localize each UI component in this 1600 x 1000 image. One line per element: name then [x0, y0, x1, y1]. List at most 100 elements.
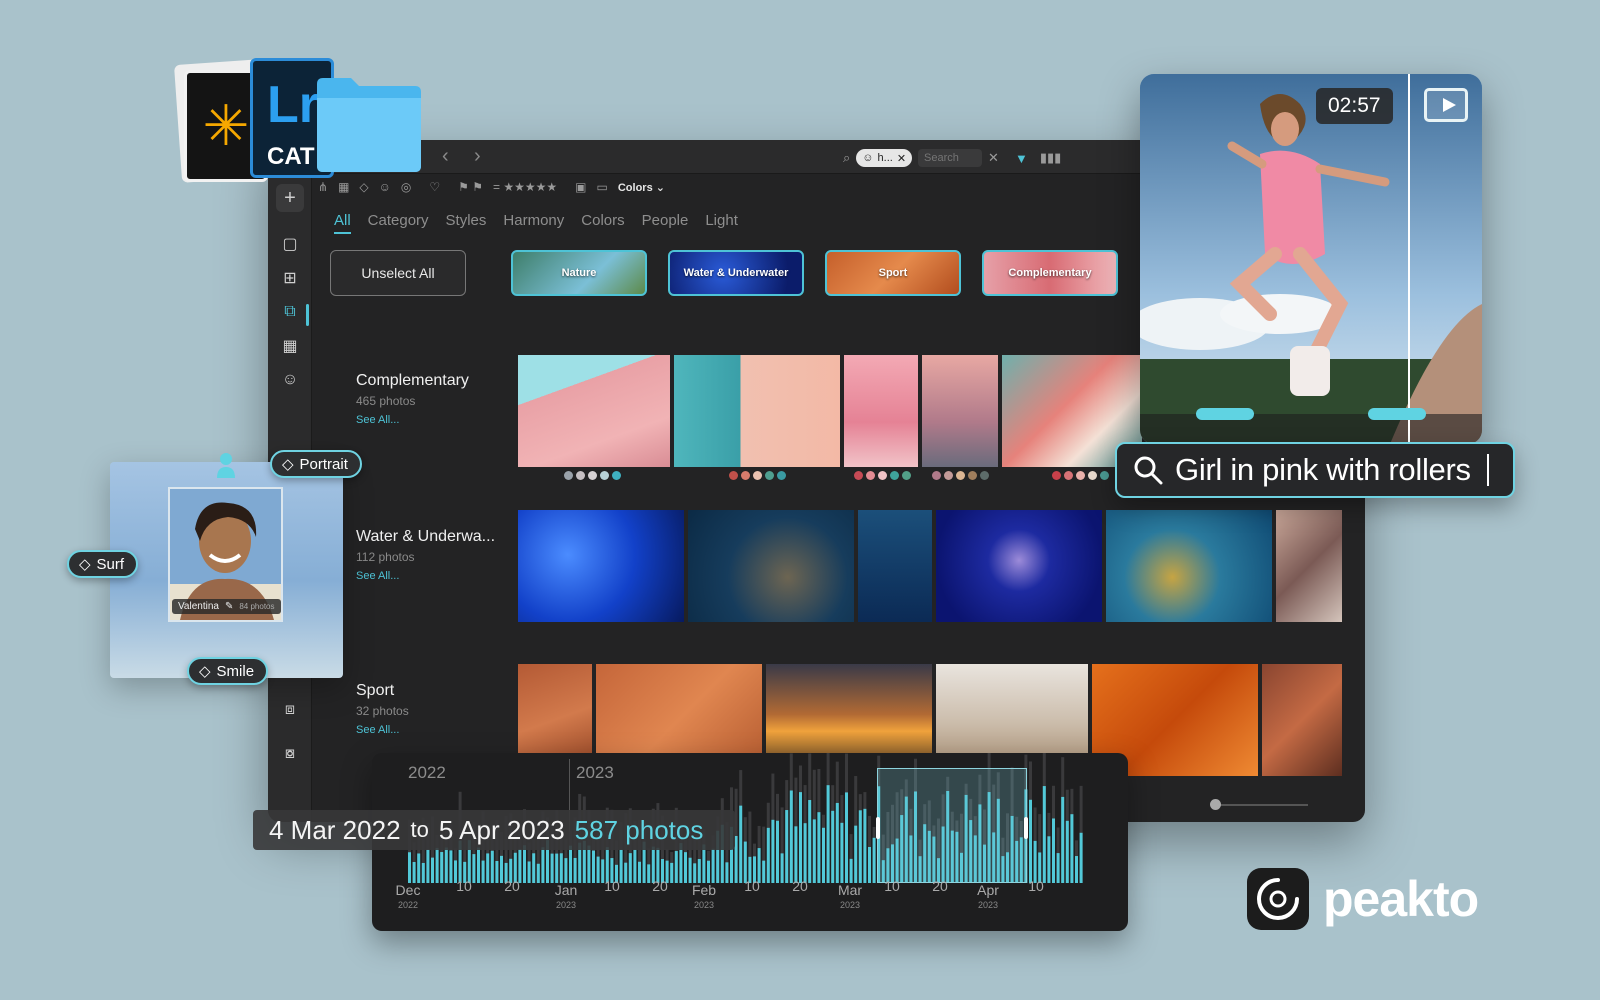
chip-close-icon[interactable]: ✕	[897, 152, 906, 165]
video-preview[interactable]: 02:57	[1140, 74, 1482, 444]
histogram-bar	[481, 860, 485, 883]
range-selection[interactable]	[876, 768, 1028, 883]
photo-thumbnail[interactable]	[844, 355, 918, 467]
chip-nature[interactable]: Nature	[511, 250, 647, 296]
tab-all[interactable]: All	[334, 212, 351, 234]
trim-handle-left[interactable]	[1196, 408, 1254, 420]
peakto-logo-icon	[1247, 868, 1309, 930]
tab-colors[interactable]: Colors	[581, 212, 624, 234]
histogram-bar	[523, 845, 526, 883]
see-all-link[interactable]: See All...	[356, 414, 469, 426]
person-name-tag[interactable]: Valentina ✎ 84 photos	[172, 599, 281, 614]
range-to: to	[410, 817, 429, 842]
color-swatches	[932, 471, 989, 480]
photo-thumbnail[interactable]	[936, 510, 1102, 622]
tag-surf[interactable]: ◇ Surf	[67, 550, 139, 578]
tag-smile[interactable]: ◇ Smile	[187, 657, 269, 685]
axis-label: 10	[456, 878, 472, 894]
axis-label: Jan 2023	[554, 882, 578, 910]
histogram-bar	[596, 856, 600, 883]
colors-dropdown[interactable]: Colors ⌄	[618, 181, 665, 194]
edit-icon[interactable]: ✎	[225, 601, 233, 612]
histogram-bar	[472, 854, 476, 883]
filter-icon[interactable]: ▼	[1015, 151, 1028, 166]
photo-thumbnail[interactable]	[518, 355, 670, 467]
histogram-bar	[449, 850, 453, 883]
photo-thumbnail[interactable]	[1276, 510, 1342, 622]
range-handle-right[interactable]	[1024, 817, 1028, 839]
unselect-all-button[interactable]: Unselect All	[330, 250, 466, 296]
photo-thumbnail[interactable]	[1106, 510, 1272, 622]
chip-sport[interactable]: Sport	[825, 250, 961, 296]
axis-label: Dec 2022	[395, 882, 421, 910]
grid-view-icon[interactable]: ⊞	[276, 264, 304, 292]
photo-thumbnail[interactable]	[674, 355, 840, 467]
import-icon[interactable]: ⧈	[276, 696, 304, 724]
search-chip[interactable]: ☺ h... ✕	[856, 149, 913, 167]
row-sport: Sport 32 photos See All...	[356, 682, 409, 736]
chip-complementary[interactable]: Complementary	[982, 250, 1118, 296]
axis-label: 10	[604, 878, 620, 894]
person-name: Valentina	[178, 601, 219, 612]
search-icon	[1134, 456, 1163, 485]
trim-handle-right[interactable]	[1368, 408, 1426, 420]
semantic-search-box[interactable]: Girl in pink with rollers	[1115, 442, 1515, 498]
tab-category[interactable]: Category	[368, 212, 429, 234]
histogram-bar	[858, 810, 862, 883]
tab-people[interactable]: People	[642, 212, 689, 234]
photo-thumbnail[interactable]	[518, 510, 684, 622]
map-icon[interactable]: ▦	[276, 332, 304, 360]
photo-thumbnail[interactable]	[1262, 664, 1342, 776]
histogram-bar	[707, 860, 710, 883]
play-button[interactable]	[1424, 88, 1468, 122]
smart-album-icon[interactable]: ⧉	[276, 298, 304, 326]
tab-harmony[interactable]: Harmony	[503, 212, 564, 234]
histogram-bar	[1070, 814, 1074, 883]
histogram-bar	[674, 851, 678, 883]
axis-label: Mar 2023	[837, 882, 863, 910]
histogram-bar	[1056, 853, 1060, 883]
search-area: ⌕ ☺ h... ✕ ✕ ▼ ▮▮▮	[843, 148, 1061, 168]
photo-thumbnail[interactable]	[858, 510, 932, 622]
tab-styles[interactable]: Styles	[446, 212, 487, 234]
row-title: Complementary	[356, 372, 469, 389]
chip-water-underwater[interactable]: Water & Underwater	[668, 250, 804, 296]
back-arrow-icon[interactable]: ‹	[442, 146, 449, 166]
sidebar-active-indicator	[306, 304, 309, 326]
histogram-bar	[633, 849, 637, 883]
person-photo-count: 84 photos	[239, 602, 275, 611]
video-icon[interactable]: ▣	[575, 180, 586, 194]
photo-thumbnail[interactable]	[922, 355, 998, 467]
histogram-bar	[490, 850, 494, 883]
export-icon[interactable]: ⧇	[276, 740, 304, 768]
stats-icon[interactable]: ▮▮▮	[1040, 150, 1061, 166]
range-handle-left[interactable]	[876, 817, 880, 839]
forward-arrow-icon[interactable]: ›	[474, 146, 481, 166]
search-input[interactable]	[918, 149, 983, 167]
zoom-slider-knob[interactable]	[1210, 799, 1221, 810]
histogram-bar	[408, 852, 411, 883]
zoom-slider-track[interactable]	[1218, 804, 1308, 806]
histogram-bar	[863, 808, 867, 883]
video-playhead[interactable]	[1408, 74, 1410, 444]
see-all-link[interactable]: See All...	[356, 724, 409, 736]
tag-portrait[interactable]: ◇ Portrait	[270, 450, 362, 478]
tab-light[interactable]: Light	[705, 212, 738, 234]
axis-label: 20	[504, 878, 520, 894]
row-count: 32 photos	[356, 704, 409, 718]
people-icon[interactable]: ☺	[276, 366, 304, 394]
histogram-bar	[826, 785, 830, 883]
photo-thumbnail[interactable]	[688, 510, 854, 622]
image-icon[interactable]: ▭	[597, 180, 608, 194]
clear-icon[interactable]: ✕	[988, 150, 999, 166]
heart-icon[interactable]: ♡	[429, 180, 440, 194]
histogram-bar	[817, 812, 821, 883]
rating-filter[interactable]: = ★★★★★	[493, 180, 557, 194]
see-all-link[interactable]: See All...	[356, 570, 495, 582]
flag-icon[interactable]: ⚑ ⚑	[458, 180, 483, 194]
single-view-icon[interactable]: ▢	[276, 230, 304, 258]
axis-label: Feb 2023	[691, 882, 717, 910]
brand: peakto	[1247, 868, 1479, 930]
color-swatches	[564, 471, 621, 480]
person-card[interactable]: Valentina ✎ 84 photos	[110, 462, 343, 678]
